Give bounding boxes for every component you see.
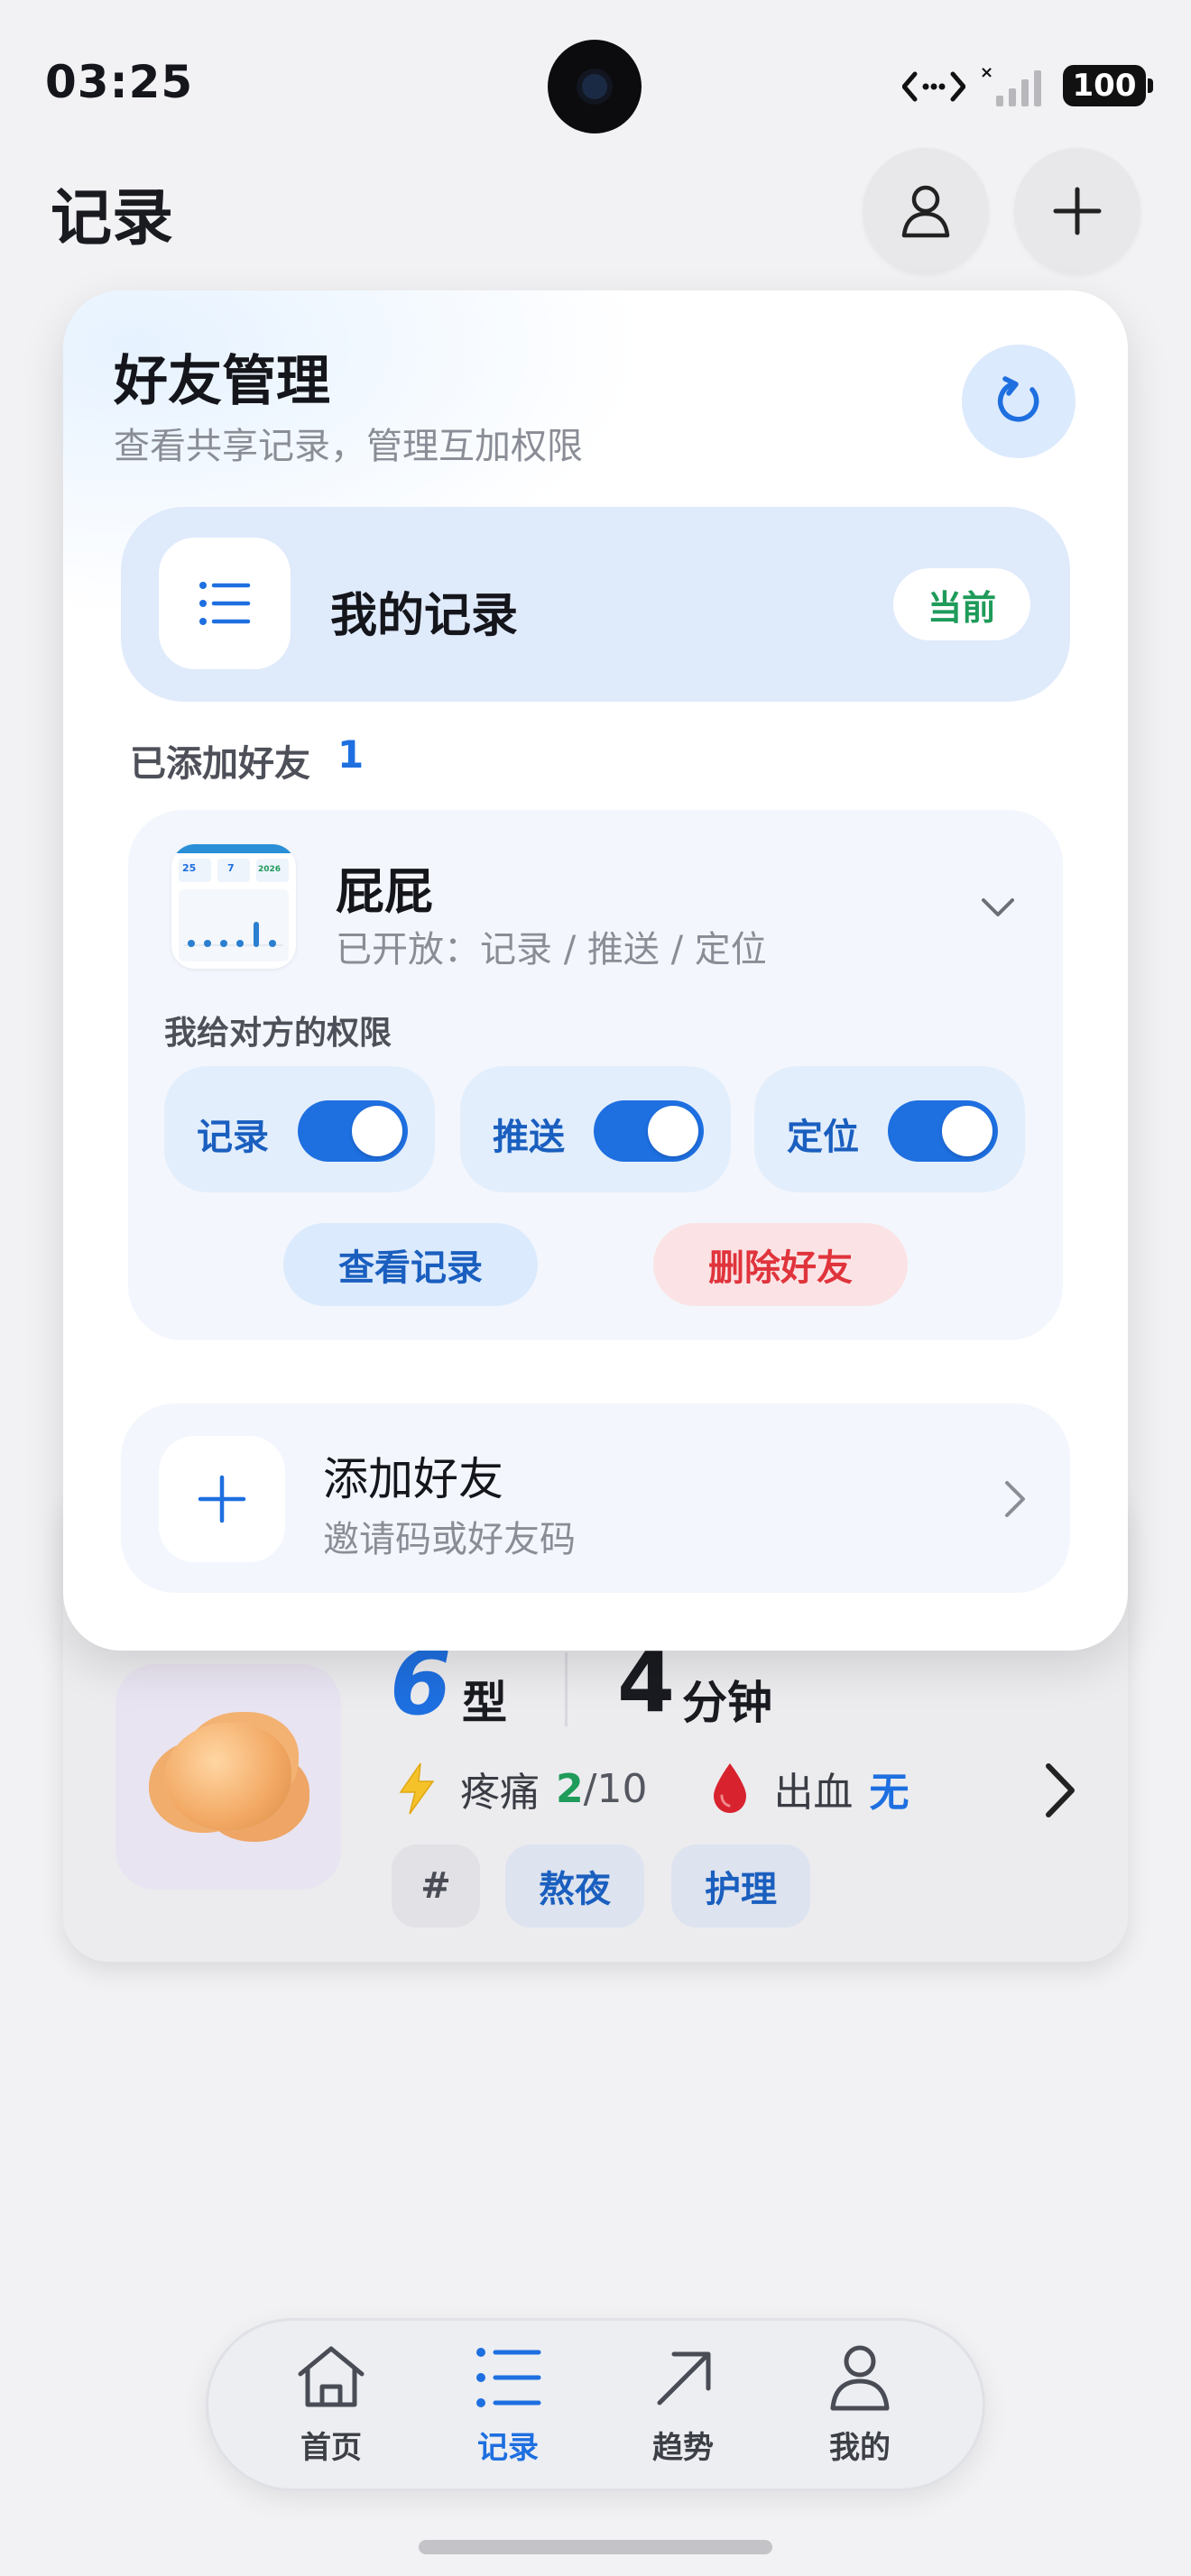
svg-text:2026: 2026 (258, 865, 281, 874)
tab-trends[interactable]: 趋势 (606, 2343, 760, 2470)
tag-chip[interactable]: 熬夜 (505, 1845, 644, 1927)
add-friend-title: 添加好友 (323, 1453, 503, 1505)
profile-icon (901, 185, 950, 238)
svg-text:25: 25 (182, 862, 196, 874)
tab-label: 首页 (300, 2430, 362, 2466)
view-records-button[interactable]: 查看记录 (283, 1223, 538, 1306)
tab-label: 趋势 (652, 2430, 714, 2466)
permission-record-toggle[interactable] (298, 1100, 408, 1162)
tab-home[interactable]: 首页 (254, 2343, 408, 2470)
tag-chip[interactable]: # (392, 1845, 480, 1927)
tag-chip[interactable]: 护理 (671, 1845, 810, 1927)
stool-thumbnail (115, 1664, 341, 1890)
refresh-button[interactable] (962, 345, 1076, 458)
blood-drop-icon (714, 1763, 747, 1813)
chevron-down-icon[interactable] (978, 893, 1018, 922)
lightning-icon (399, 1762, 435, 1815)
bleeding-value: 无 (869, 1770, 909, 1816)
bleeding-label: 出血 (773, 1770, 854, 1816)
added-friends-label: 已添加好友 (130, 743, 310, 785)
list-icon (476, 2348, 541, 2407)
metrics-row: 疼痛 2 /10 出血 无 (397, 1757, 909, 1820)
my-record-label: 我的记录 (330, 589, 519, 643)
pain-max: /10 (583, 1765, 648, 1812)
cellular-signal-icon: × (980, 63, 1041, 106)
tab-label: 我的 (829, 2430, 891, 2466)
add-record-button[interactable] (1014, 148, 1140, 274)
battery-icon: 100 (1063, 65, 1153, 106)
person-icon (830, 2345, 890, 2411)
trend-arrow-icon (657, 2351, 711, 2406)
tab-records[interactable]: 记录 (431, 2343, 585, 2470)
added-friends-count: 1 (337, 732, 365, 777)
tab-label: 记录 (477, 2430, 539, 2466)
plus-icon (1053, 187, 1102, 235)
permission-push-toggle[interactable] (594, 1100, 704, 1162)
type-unit: 型 (462, 1677, 507, 1729)
friend-open-permissions: 已开放：记录 / 推送 / 定位 (336, 929, 767, 971)
pain-label: 疼痛 (460, 1770, 540, 1816)
svg-text:×: × (980, 63, 993, 82)
status-time: 03:25 (45, 56, 194, 108)
permission-label: 记录 (197, 1117, 269, 1158)
list-icon (199, 582, 251, 625)
home-indicator[interactable] (419, 2540, 772, 2554)
panel-subtitle: 查看共享记录，管理互加权限 (114, 426, 583, 467)
permission-record-tile: 记录 (164, 1066, 435, 1192)
status-icons: × 100 (902, 60, 1153, 114)
permission-label: 推送 (493, 1117, 565, 1158)
pain-value: 2 (556, 1765, 584, 1812)
home-icon (298, 2346, 365, 2407)
permissions-title: 我给对方的权限 (164, 1015, 392, 1052)
chevron-right-icon[interactable] (1038, 1759, 1083, 1822)
svg-text:7: 7 (227, 862, 235, 874)
profile-button[interactable] (863, 148, 989, 274)
friend-name: 屁屁 (336, 863, 433, 920)
plus-icon (198, 1475, 246, 1523)
permission-location-toggle[interactable] (888, 1100, 998, 1162)
tab-mine[interactable]: 我的 (783, 2343, 937, 2470)
add-friend-icon-box (159, 1436, 285, 1562)
divider (565, 1652, 568, 1726)
duration-unit: 分钟 (682, 1677, 772, 1729)
permission-location-tile: 定位 (754, 1066, 1025, 1192)
my-record-icon-box (159, 538, 291, 669)
refresh-icon (997, 376, 1039, 422)
current-badge: 当前 (893, 568, 1030, 640)
permission-label: 定位 (787, 1117, 859, 1158)
avatar-screenshot-image: 25 7 2026 (171, 844, 296, 961)
friend-avatar: 25 7 2026 (171, 844, 296, 969)
location-icon (902, 71, 965, 102)
delete-friend-button[interactable]: 删除好友 (653, 1223, 908, 1306)
panel-title: 好友管理 (114, 350, 330, 413)
chevron-right-icon (1005, 1481, 1025, 1517)
page-title: 记录 (51, 183, 174, 254)
add-friend-subtitle: 邀请码或好友码 (323, 1519, 576, 1560)
permission-push-tile: 推送 (460, 1066, 731, 1192)
front-camera (548, 40, 642, 133)
